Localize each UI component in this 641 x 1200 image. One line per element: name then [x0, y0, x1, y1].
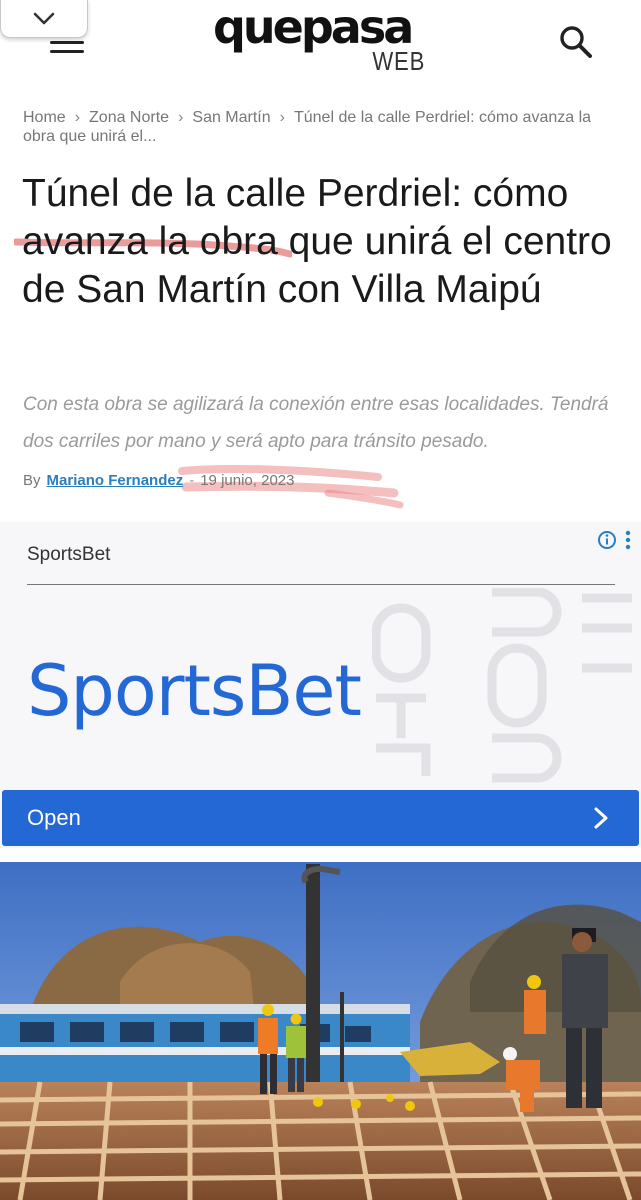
chevron-right-icon: [594, 807, 608, 829]
breadcrumb-zona-norte[interactable]: Zona Norte: [89, 109, 169, 126]
byline-prefix: By: [23, 472, 41, 489]
site-logo[interactable]: quepasa WEB: [213, 4, 429, 76]
more-vertical-icon: [625, 530, 631, 550]
logo-wordmark: quepasa: [213, 0, 414, 54]
collapse-tab[interactable]: [0, 0, 88, 38]
publish-date: 19 junio, 2023: [200, 472, 295, 489]
byline-separator: -: [189, 472, 195, 489]
info-icon: [598, 531, 616, 549]
search-icon[interactable]: [558, 24, 594, 60]
chevron-down-icon: [33, 12, 55, 24]
ad-headline[interactable]: SportsBet: [27, 650, 362, 732]
breadcrumb-san-martin[interactable]: San Martín: [192, 109, 270, 126]
ad-watermark-graphic: [372, 588, 632, 783]
ad-advertiser: SportsBet: [27, 544, 111, 565]
breadcrumb-separator-icon: ›: [74, 109, 81, 126]
ad-info-controls[interactable]: [597, 528, 635, 552]
ad-open-label: Open: [27, 805, 81, 830]
ad-open-button[interactable]: Open: [2, 790, 639, 846]
article-photo: [0, 862, 641, 1200]
breadcrumb-home[interactable]: Home: [23, 109, 66, 126]
site-header: quepasa WEB: [0, 0, 641, 86]
author-link[interactable]: Mariano Fernandez: [47, 472, 184, 489]
byline: By Mariano Fernandez -19 junio, 2023: [23, 472, 294, 489]
advertisement[interactable]: SportsBet SportsBet Open: [0, 522, 641, 848]
logo-subtitle: WEB: [372, 46, 425, 76]
breadcrumb: Home › Zona Norte › San Martín › Túnel de la c…: [23, 108, 603, 146]
breadcrumb-separator-icon: ›: [279, 109, 285, 126]
breadcrumb-separator-icon: ›: [178, 109, 184, 126]
ad-divider: [27, 584, 615, 585]
article-subtitle: Con esta obra se agilizará la conexión e…: [23, 394, 609, 452]
article-title: Túnel de la calle Perdriel: cómo avanza …: [22, 172, 612, 311]
